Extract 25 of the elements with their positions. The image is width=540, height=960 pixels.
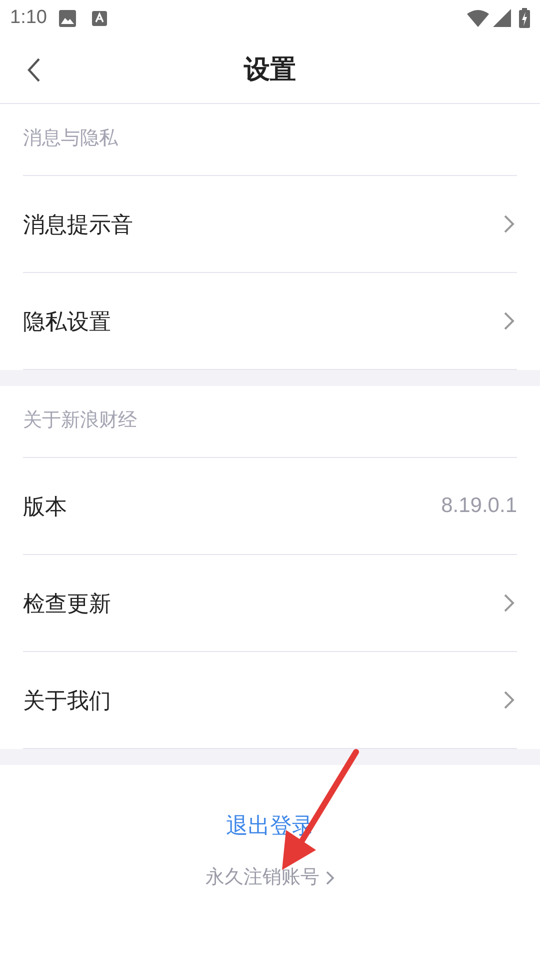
chevron-right-icon <box>324 870 334 886</box>
back-icon <box>27 57 41 83</box>
settings-row[interactable]: 隐私设置 <box>23 273 517 370</box>
row-label: 版本 <box>23 492 67 520</box>
keyboard-icon <box>92 10 107 26</box>
page-title: 设置 <box>244 53 296 86</box>
chevron-right-icon <box>503 214 515 234</box>
chevron-right-icon <box>503 311 515 331</box>
row-label: 关于我们 <box>23 686 111 714</box>
settings-row[interactable]: 关于我们 <box>23 652 517 749</box>
row-label: 隐私设置 <box>23 308 111 336</box>
section-header: 消息与隐私 <box>23 127 118 152</box>
version-value: 8.19.0.1 <box>441 493 517 520</box>
row-label: 消息提示音 <box>23 210 133 238</box>
section-header: 关于新浪财经 <box>23 409 137 434</box>
chevron-right-icon <box>503 690 515 710</box>
status-time: 1:10 <box>10 6 47 30</box>
image-icon <box>58 10 76 26</box>
settings-row[interactable]: 消息提示音 <box>23 176 517 273</box>
chevron-right-icon <box>503 593 515 613</box>
settings-row[interactable]: 检查更新 <box>23 555 517 652</box>
row-label: 检查更新 <box>23 590 111 618</box>
wifi-icon <box>467 9 489 27</box>
signal-icon <box>493 9 511 27</box>
battery-icon <box>519 8 530 28</box>
